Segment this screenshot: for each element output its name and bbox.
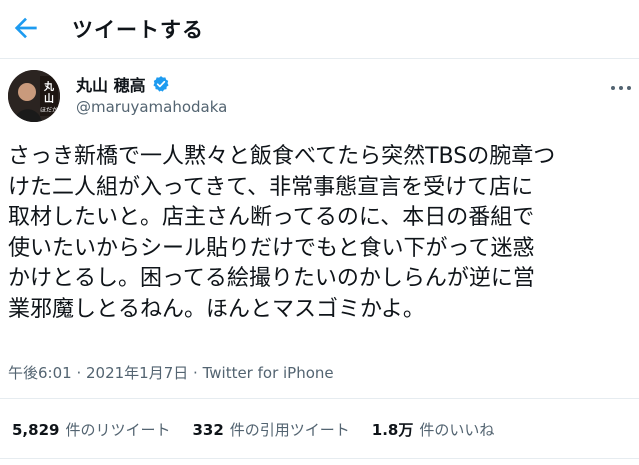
quotes-label: 件の引用ツイート <box>229 421 350 439</box>
divider <box>0 398 639 399</box>
page-title: ツイートする <box>72 18 204 42</box>
retweets-label: 件のリツイート <box>65 421 171 439</box>
verified-badge-icon <box>153 76 169 92</box>
likes-count: 1.8万 <box>371 421 414 439</box>
tweet-meta: 午後6:01 · 2021年1月7日 · Twitter for iPhone <box>8 362 334 383</box>
retweets-stat[interactable]: 5,829 件のリツイート <box>12 419 170 440</box>
divider <box>0 458 639 459</box>
author-name-row[interactable]: 丸山 穂高 <box>76 72 170 96</box>
avatar-image: 丸 山 ほだか <box>8 70 60 122</box>
quotes-count: 332 <box>192 421 224 439</box>
author-handle[interactable]: @maruyamahodaka <box>76 98 227 116</box>
header-bar: ツイートする <box>0 0 639 59</box>
svg-text:丸: 丸 <box>43 80 55 93</box>
tweet-stats: 5,829 件のリツイート 332 件の引用ツイート 1.8万 件のいいね <box>12 419 516 440</box>
tweet-client[interactable]: Twitter for iPhone <box>203 364 334 382</box>
more-horizontal-icon[interactable] <box>608 78 634 98</box>
likes-label: 件のいいね <box>419 421 495 439</box>
tweet-time[interactable]: 午後6:01 <box>8 364 72 382</box>
meta-separator: · <box>188 364 203 382</box>
retweets-count: 5,829 <box>12 421 60 439</box>
tweet-date[interactable]: 2021年1月7日 <box>86 364 188 382</box>
svg-text:ほだか: ほだか <box>40 107 58 114</box>
svg-text:山: 山 <box>44 92 54 105</box>
tweet-text: さっき新橋で一人黙々と飯食べてたら突然TBSの腕章つ けた二人組が入ってきて、非… <box>8 144 556 322</box>
likes-stat[interactable]: 1.8万 件のいいね <box>372 419 495 440</box>
avatar[interactable]: 丸 山 ほだか <box>8 70 60 122</box>
meta-separator: · <box>71 364 86 382</box>
arrow-left-icon[interactable] <box>10 12 42 44</box>
author-name[interactable]: 丸山 穂高 <box>76 72 146 96</box>
quotes-stat[interactable]: 332 件の引用ツイート <box>192 419 349 440</box>
